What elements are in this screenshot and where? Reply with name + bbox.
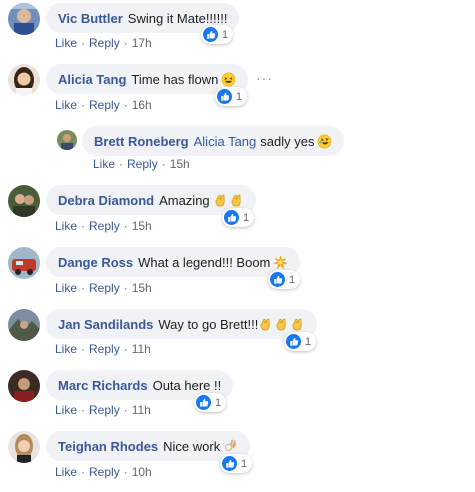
- comment-bubble: Teighan Rhodes Nice work: [46, 431, 251, 461]
- timestamp[interactable]: 11h: [132, 342, 151, 356]
- reaction-count[interactable]: 1: [268, 270, 301, 289]
- reaction-count[interactable]: 1: [220, 454, 253, 473]
- like-button[interactable]: Like: [55, 219, 77, 233]
- clapping-hands-icon: [290, 317, 305, 332]
- grinning-squinting-face-icon: [221, 72, 236, 87]
- comment-actions: Like · Reply · 15h: [55, 219, 152, 233]
- comment-text: Nice work: [163, 438, 221, 454]
- like-button[interactable]: Like: [55, 36, 77, 50]
- thumbs-up-icon: [222, 456, 237, 471]
- ellipsis-icon[interactable]: ···: [256, 70, 273, 86]
- rolling-on-floor-laughing-icon: [317, 134, 332, 149]
- clapping-hands-icon: [274, 317, 289, 332]
- comment-author[interactable]: Vic Buttler: [58, 11, 123, 26]
- reaction-count[interactable]: 1: [215, 87, 248, 106]
- comment-author[interactable]: Jan Sandilands: [58, 317, 153, 332]
- mention-link[interactable]: Alicia Tang: [194, 134, 257, 149]
- comment-text: sadly yes: [260, 133, 315, 149]
- ok-hand-icon: [223, 439, 238, 454]
- comment-text: Time has flown: [131, 71, 219, 87]
- comment-text: Outa here !!: [152, 377, 222, 393]
- comment-author[interactable]: Alicia Tang: [58, 72, 126, 87]
- avatar[interactable]: [57, 130, 77, 150]
- comment-author[interactable]: Marc Richards: [58, 378, 148, 393]
- reaction-count[interactable]: 1: [194, 393, 227, 412]
- timestamp[interactable]: 17h: [132, 36, 152, 50]
- comment-author[interactable]: Dange Ross: [58, 255, 133, 270]
- comment-text: Swing it Mate!!!!!!: [127, 10, 228, 26]
- comment-actions: Like · Reply · 15h: [55, 281, 152, 295]
- timestamp[interactable]: 10h: [132, 465, 152, 479]
- comment-actions: Like · Reply · 15h: [93, 157, 190, 171]
- like-button[interactable]: Like: [93, 157, 115, 171]
- clapping-hands-icon: [258, 317, 273, 332]
- comment-bubble: Dange Ross What a legend!!! Boom: [46, 247, 301, 277]
- reply-button[interactable]: Reply: [89, 98, 120, 112]
- avatar[interactable]: [8, 431, 40, 463]
- comment-actions: Like · Reply · 17h: [55, 36, 152, 50]
- avatar[interactable]: [8, 370, 40, 402]
- reply-button[interactable]: Reply: [127, 157, 158, 171]
- comment-author[interactable]: Debra Diamond: [58, 193, 154, 208]
- timestamp[interactable]: 15h: [132, 281, 152, 295]
- thumbs-up-icon: [270, 272, 285, 287]
- like-button[interactable]: Like: [55, 403, 77, 417]
- thumbs-up-icon: [286, 334, 301, 349]
- comment-text: What a legend!!! Boom: [138, 254, 271, 270]
- comment-author[interactable]: Brett Roneberg: [94, 134, 189, 149]
- avatar[interactable]: [8, 247, 40, 279]
- reply-button[interactable]: Reply: [89, 281, 120, 295]
- comment-author[interactable]: Teighan Rhodes: [58, 439, 158, 454]
- collision-icon: [273, 255, 288, 270]
- reaction-count[interactable]: 1: [284, 332, 317, 351]
- comment-text: Way to go Brett!!!: [158, 316, 259, 332]
- avatar[interactable]: [8, 3, 40, 35]
- comment-actions: Like · Reply · 10h: [55, 465, 152, 479]
- timestamp[interactable]: 11h: [132, 403, 151, 417]
- like-button[interactable]: Like: [55, 281, 77, 295]
- comment-bubble: Jan Sandilands Way to go Brett!!!: [46, 309, 318, 339]
- reply-button[interactable]: Reply: [89, 342, 120, 356]
- thumbs-up-icon: [196, 395, 211, 410]
- comment-bubble: Brett Roneberg Alicia Tang sadly yes: [82, 126, 345, 156]
- reply-button[interactable]: Reply: [89, 36, 120, 50]
- avatar[interactable]: [8, 64, 40, 96]
- like-button[interactable]: Like: [55, 98, 77, 112]
- comment-text: Amazing: [159, 192, 210, 208]
- like-button[interactable]: Like: [55, 465, 77, 479]
- like-button[interactable]: Like: [55, 342, 77, 356]
- timestamp[interactable]: 15h: [132, 219, 152, 233]
- reaction-count[interactable]: 1: [201, 25, 234, 44]
- comment-actions: Like · Reply · 16h: [55, 98, 152, 112]
- thumbs-up-icon: [203, 27, 218, 42]
- comment-actions: Like · Reply · 11h: [55, 342, 151, 356]
- reply-button[interactable]: Reply: [89, 219, 120, 233]
- avatar[interactable]: [8, 185, 40, 217]
- reply-button[interactable]: Reply: [89, 403, 120, 417]
- comment-actions: Like · Reply · 11h: [55, 403, 151, 417]
- reply-button[interactable]: Reply: [89, 465, 120, 479]
- thumbs-up-icon: [217, 89, 232, 104]
- avatar[interactable]: [8, 309, 40, 341]
- reaction-count[interactable]: 1: [222, 208, 255, 227]
- thumbs-up-icon: [224, 210, 239, 225]
- timestamp[interactable]: 15h: [170, 157, 190, 171]
- clapping-hands-icon: [229, 193, 244, 208]
- timestamp[interactable]: 16h: [132, 98, 152, 112]
- clapping-hands-icon: [213, 193, 228, 208]
